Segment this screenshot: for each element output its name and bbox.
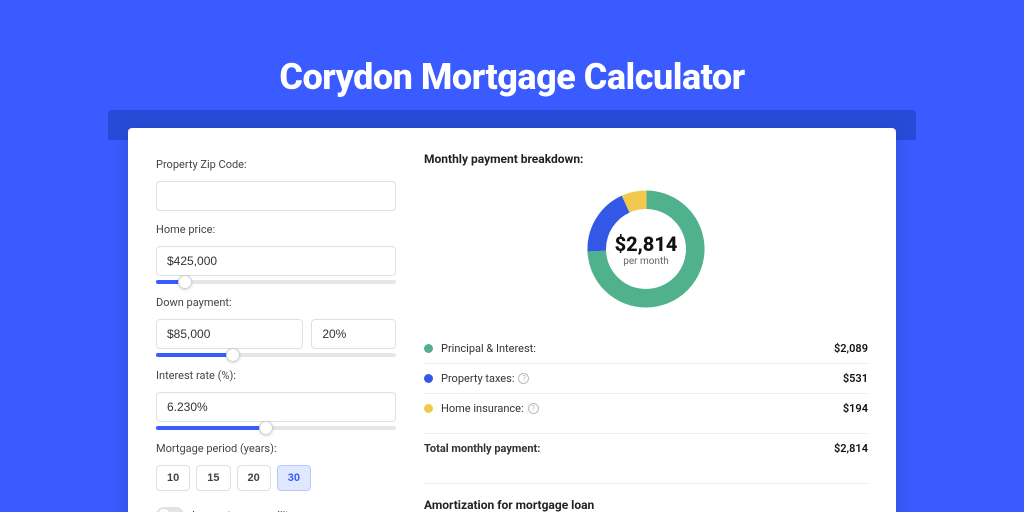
- form-column: Property Zip Code: Home price: Down paym…: [156, 152, 396, 512]
- down-payment-input[interactable]: [156, 319, 303, 349]
- legend-row-1: Property taxes:?$531: [424, 363, 868, 393]
- interest-input[interactable]: [156, 392, 396, 422]
- help-icon[interactable]: ?: [518, 373, 529, 384]
- legend-row-2: Home insurance:?$194: [424, 393, 868, 423]
- legend-swatch: [424, 404, 433, 413]
- legend-value: $531: [843, 372, 868, 385]
- legend-swatch: [424, 374, 433, 383]
- breakdown-title: Monthly payment breakdown:: [424, 152, 868, 166]
- home-price-input[interactable]: [156, 246, 396, 276]
- donut-wrap: $2,814 per month: [424, 184, 868, 314]
- page-title: Corydon Mortgage Calculator: [279, 56, 744, 98]
- veteran-row: I am veteran or military: [156, 507, 396, 512]
- breakdown-column: Monthly payment breakdown: $2,814 per mo…: [424, 152, 868, 512]
- period-button-30[interactable]: 30: [277, 465, 311, 491]
- calculator-card: Property Zip Code: Home price: Down paym…: [128, 128, 896, 512]
- veteran-toggle[interactable]: [156, 507, 184, 512]
- legend-label: Home insurance:?: [441, 402, 843, 415]
- home-price-label: Home price:: [156, 223, 396, 236]
- zip-input[interactable]: [156, 181, 396, 211]
- help-icon[interactable]: ?: [528, 403, 539, 414]
- interest-label: Interest rate (%):: [156, 369, 396, 382]
- home-price-slider-thumb[interactable]: [178, 275, 192, 289]
- down-payment-slider-thumb[interactable]: [226, 348, 240, 362]
- donut-sublabel: per month: [623, 256, 669, 267]
- interest-slider-fill: [156, 426, 266, 430]
- legend-total-row: Total monthly payment: $2,814: [424, 433, 868, 463]
- donut-center: $2,814 per month: [581, 184, 711, 314]
- page-stage: Corydon Mortgage Calculator Property Zip…: [0, 0, 1024, 512]
- down-payment-pct-input[interactable]: [311, 319, 396, 349]
- down-payment-label: Down payment:: [156, 296, 396, 309]
- legend-value: $194: [843, 402, 868, 415]
- down-payment-row: [156, 319, 396, 349]
- legend-value: $2,089: [834, 342, 868, 355]
- donut-amount: $2,814: [615, 232, 678, 256]
- period-button-10[interactable]: 10: [156, 465, 190, 491]
- veteran-label: I am veteran or military: [192, 509, 304, 512]
- legend-total-label: Total monthly payment:: [424, 442, 834, 455]
- legend-label: Principal & Interest:: [441, 342, 834, 355]
- down-payment-slider[interactable]: [156, 353, 396, 357]
- period-button-15[interactable]: 15: [196, 465, 230, 491]
- period-button-20[interactable]: 20: [237, 465, 271, 491]
- legend: Principal & Interest:$2,089Property taxe…: [424, 334, 868, 423]
- down-payment-slider-fill: [156, 353, 233, 357]
- legend-label: Property taxes:?: [441, 372, 843, 385]
- home-price-slider[interactable]: [156, 280, 396, 284]
- zip-label: Property Zip Code:: [156, 158, 396, 171]
- period-row: 1015 2030: [156, 465, 396, 491]
- legend-total-value: $2,814: [834, 442, 868, 455]
- interest-slider-thumb[interactable]: [259, 421, 273, 435]
- payment-donut-chart: $2,814 per month: [581, 184, 711, 314]
- interest-slider[interactable]: [156, 426, 396, 430]
- legend-row-0: Principal & Interest:$2,089: [424, 334, 868, 363]
- legend-swatch: [424, 344, 433, 353]
- period-label: Mortgage period (years):: [156, 442, 396, 455]
- amortization-title: Amortization for mortgage loan: [424, 483, 868, 512]
